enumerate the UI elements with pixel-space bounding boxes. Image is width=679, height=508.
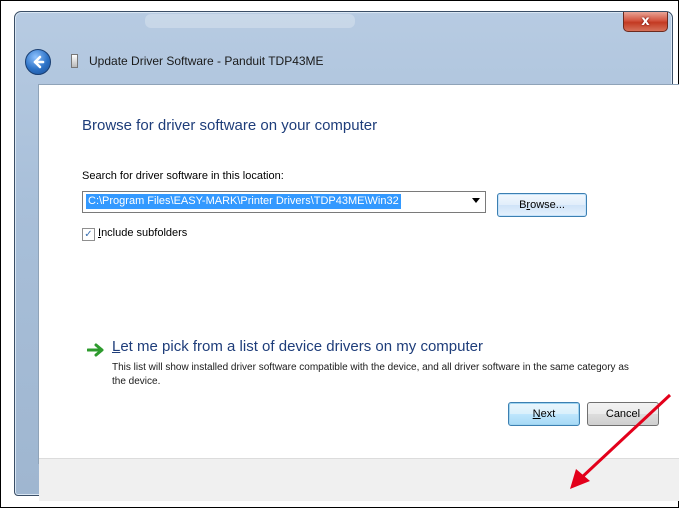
include-subfolders-label[interactable]: Include subfolders — [98, 227, 187, 239]
checkmark-icon: ✓ — [84, 229, 93, 240]
pick-from-list-link[interactable]: Let me pick from a list of device driver… — [112, 338, 483, 355]
next-label-rest: ext — [540, 408, 556, 420]
next-label-accel: N — [532, 408, 541, 420]
dropdown-arrow-icon[interactable] — [472, 198, 480, 203]
green-arrow-icon — [87, 343, 104, 357]
close-button[interactable]: x — [623, 12, 668, 32]
browse-label-post: owse... — [530, 199, 565, 211]
include-subfolders-checkbox[interactable]: ✓ — [82, 228, 95, 241]
pick-link-text: et me pick from a list of device drivers… — [120, 338, 483, 355]
search-location-label: Search for driver software in this locat… — [82, 170, 284, 182]
browse-label-pre: B — [519, 199, 527, 211]
path-input-value[interactable]: C:\Program Files\EASY-MARK\Printer Drive… — [86, 194, 401, 209]
include-subfolders-text: nclude subfolders — [101, 227, 188, 239]
back-arrow-icon — [33, 55, 45, 69]
annotation-red-arrow — [570, 393, 672, 489]
page-heading: Browse for driver software on your compu… — [82, 117, 378, 134]
pick-from-list-description: This list will show installed driver sof… — [112, 362, 629, 387]
browse-button[interactable]: Br owse... — [497, 193, 587, 217]
window-title: Update Driver Software - Panduit TDP43ME — [89, 54, 324, 68]
device-icon — [71, 54, 78, 68]
back-button[interactable] — [25, 49, 51, 75]
background-title-blur — [145, 14, 355, 28]
close-icon: x — [641, 14, 650, 29]
path-combobox[interactable]: C:\Program Files\EASY-MARK\Printer Drive… — [82, 191, 486, 213]
